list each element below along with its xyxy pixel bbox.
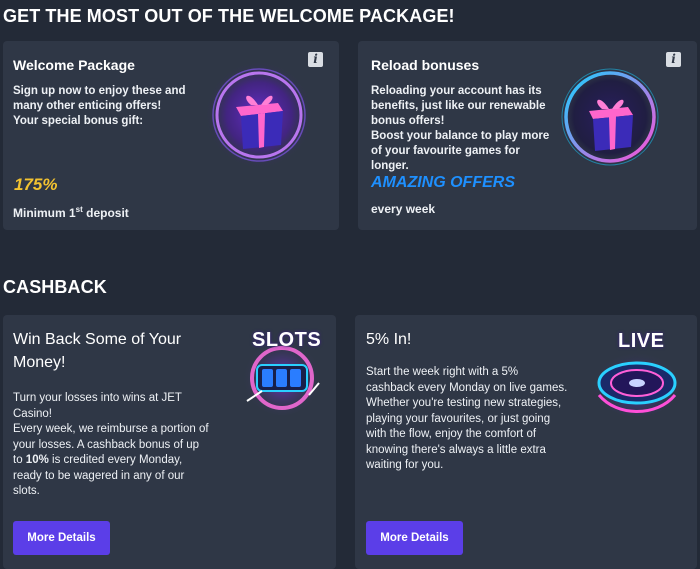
- card-title: 5% In!: [366, 331, 412, 348]
- welcome-section-title: GET THE MOST OUT OF THE WELCOME PACKAGE!: [3, 6, 455, 26]
- card-description: Reloading your account has its benefits,…: [371, 85, 550, 172]
- card-description: Start the week right with a 5% cashback …: [366, 366, 568, 471]
- info-icon[interactable]: i: [666, 52, 681, 67]
- card-title: Win Back Some of Your Money!: [13, 331, 182, 371]
- five-percent-card: 5% In! Start the week right with a 5% ca…: [355, 315, 697, 569]
- amazing-offers-label: AMAZING OFFERS: [371, 174, 515, 191]
- text-line: Your special bonus gift:: [13, 115, 144, 127]
- card-title: Welcome Package: [13, 57, 135, 73]
- more-details-button[interactable]: More Details: [13, 521, 110, 555]
- welcome-package-card: Welcome Package i Sign up now to enjoy t…: [3, 41, 339, 230]
- card-description: Sign up now to enjoy these and many othe…: [13, 84, 186, 129]
- cashback-section-title: CASHBACK: [3, 277, 107, 297]
- card-description: Turn your losses into wins at JET Casino…: [13, 392, 209, 497]
- text-line: many other enticing offers!: [13, 100, 162, 112]
- frequency-label: every week: [371, 202, 436, 216]
- live-badge: LIVE: [618, 330, 665, 352]
- card-title: Reload bonuses: [371, 57, 480, 73]
- cashback-percentage: 10%: [25, 454, 49, 466]
- gift-icon: [558, 65, 662, 169]
- slots-badge: SLOTS: [252, 329, 322, 351]
- reload-bonuses-card: Reload bonuses i Reloading your account …: [358, 41, 697, 230]
- win-back-card: Win Back Some of Your Money! Turn your l…: [3, 315, 336, 569]
- bonus-percentage: 175%: [14, 175, 58, 194]
- text-line: Sign up now to enjoy these and: [13, 85, 186, 97]
- gift-icon: [205, 61, 313, 169]
- minimum-deposit-label: Minimum 1st deposit: [13, 205, 129, 220]
- more-details-button[interactable]: More Details: [366, 521, 463, 555]
